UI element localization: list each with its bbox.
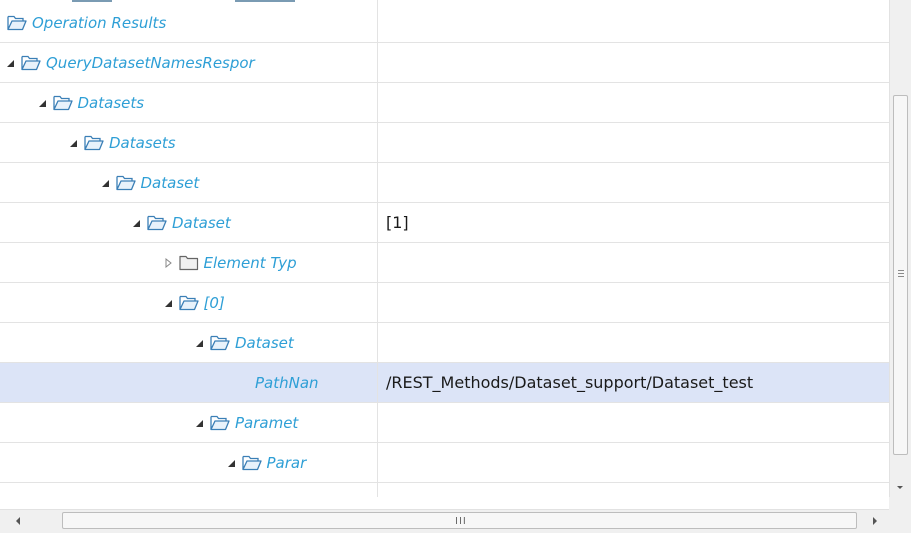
scrollbar-corner	[889, 497, 911, 533]
expanded-triangle-icon[interactable]	[192, 416, 206, 430]
scroll-down-icon[interactable]	[897, 486, 903, 489]
tree-node-label: Datasets	[77, 93, 145, 112]
tree-row[interactable]: Datasets	[0, 83, 889, 123]
tree-row[interactable]: Dataset	[0, 323, 889, 363]
tree-row[interactable]: Dataset	[0, 163, 889, 203]
expanded-triangle-icon[interactable]	[192, 336, 206, 350]
expanded-triangle-icon[interactable]	[98, 176, 112, 190]
expanded-triangle-icon[interactable]	[66, 136, 80, 150]
expanded-triangle-icon[interactable]	[3, 56, 17, 70]
expanded-triangle-icon[interactable]	[35, 96, 49, 110]
header-line-segment	[235, 0, 295, 2]
tree-node[interactable]: Dataset	[129, 203, 231, 242]
tree-node[interactable]: Datasets	[35, 83, 145, 122]
open-folder-icon	[115, 174, 136, 191]
tree-node-label: [0]	[203, 293, 225, 312]
open-folder-icon	[210, 334, 230, 351]
tree-node[interactable]: Element Typ	[161, 243, 297, 282]
horizontal-scrollbar[interactable]: III	[0, 509, 889, 533]
expanded-triangle-icon[interactable]	[224, 456, 238, 470]
tree-node[interactable]: Dataset	[192, 323, 294, 362]
tree-name-cell: [0]	[0, 283, 377, 322]
tree-name-cell: Paramet	[0, 403, 377, 442]
tree-row[interactable]: PathNan/REST_Methods/Dataset_support/Dat…	[0, 363, 889, 403]
tree-row[interactable]: QueryDatasetNamesRespor	[0, 43, 889, 83]
expanded-triangle-icon[interactable]	[161, 296, 175, 310]
tree-node-label: Operation Results	[32, 13, 167, 32]
tree-row[interactable]: [0]	[0, 283, 889, 323]
tree-row[interactable]: Datasets	[0, 123, 889, 163]
tree-name-cell: Dataset	[0, 323, 377, 362]
open-folder-icon	[178, 294, 199, 311]
open-folder-icon	[241, 454, 262, 471]
tree-name-cell: PathNan	[0, 363, 377, 402]
tree-name-cell: Datasets	[0, 83, 377, 122]
tree-node-label: Dataset	[140, 173, 200, 192]
tree-name-cell: QueryDatasetNamesRespor	[0, 43, 377, 82]
tree-node-label: Datasets	[109, 133, 176, 152]
vertical-scroll-thumb[interactable]	[893, 95, 908, 455]
header-line-segment	[72, 0, 112, 2]
tree-node[interactable]: [0]	[161, 283, 225, 322]
column-divider	[377, 0, 378, 497]
scroll-left-icon[interactable]	[16, 517, 20, 525]
tree-node[interactable]: Datasets	[66, 123, 176, 162]
grip-icon	[898, 270, 904, 279]
open-folder-icon	[210, 414, 230, 431]
tree-row[interactable]: Parar	[0, 443, 889, 483]
tree-node-label: QueryDatasetNamesRespor	[46, 53, 255, 72]
tree-value-cell: /REST_Methods/Dataset_support/Dataset_te…	[386, 373, 754, 392]
tree-row[interactable]: Paramet	[0, 403, 889, 443]
closed-folder-icon	[178, 254, 199, 271]
open-folder-icon	[21, 54, 41, 71]
tree-name-cell: Operation Results	[0, 3, 377, 42]
tree-name-cell: Datasets	[0, 123, 377, 162]
horizontal-scroll-thumb[interactable]: III	[62, 512, 857, 529]
open-folder-icon	[7, 14, 27, 31]
tree-node-label: PathNan	[255, 373, 319, 392]
tree-node[interactable]: Parar	[224, 443, 307, 482]
collapsed-triangle-icon[interactable]	[161, 256, 175, 270]
tree-node-label: Element Typ	[203, 253, 297, 272]
tree-row[interactable]: Dataset [1]	[0, 203, 889, 243]
results-tree: Operation Results QueryDatasetNamesRespor…	[0, 0, 889, 497]
tree-node-label: Paramet	[235, 413, 299, 432]
tree-row[interactable]: Operation Results	[0, 3, 889, 43]
tree-node[interactable]: Operation Results	[7, 3, 166, 42]
open-folder-icon	[147, 214, 167, 231]
tree-node-label: Parar	[266, 453, 307, 472]
open-folder-icon	[84, 134, 104, 151]
tree-node-label: Dataset	[235, 333, 294, 352]
expanded-triangle-icon[interactable]	[129, 216, 143, 230]
tree-node[interactable]: QueryDatasetNamesRespor	[3, 43, 255, 82]
tree-node-label: Dataset	[172, 213, 231, 232]
vertical-scrollbar[interactable]	[889, 0, 911, 497]
tree-node[interactable]: PathNan	[255, 363, 319, 402]
tree-node[interactable]: Paramet	[192, 403, 298, 442]
open-folder-icon	[52, 94, 73, 111]
grip-icon: III	[455, 516, 467, 527]
tree-name-cell: Parar	[0, 443, 377, 482]
spacer	[0, 497, 889, 509]
tree-row[interactable]: Element Typ	[0, 243, 889, 283]
tree-name-cell: Element Typ	[0, 243, 377, 282]
tree-node[interactable]: Dataset	[98, 163, 200, 202]
tree-name-cell: Dataset	[0, 203, 377, 242]
scroll-right-icon[interactable]	[873, 517, 877, 525]
tree-value-cell: [1]	[386, 213, 409, 232]
tree-name-cell: Dataset	[0, 163, 377, 202]
